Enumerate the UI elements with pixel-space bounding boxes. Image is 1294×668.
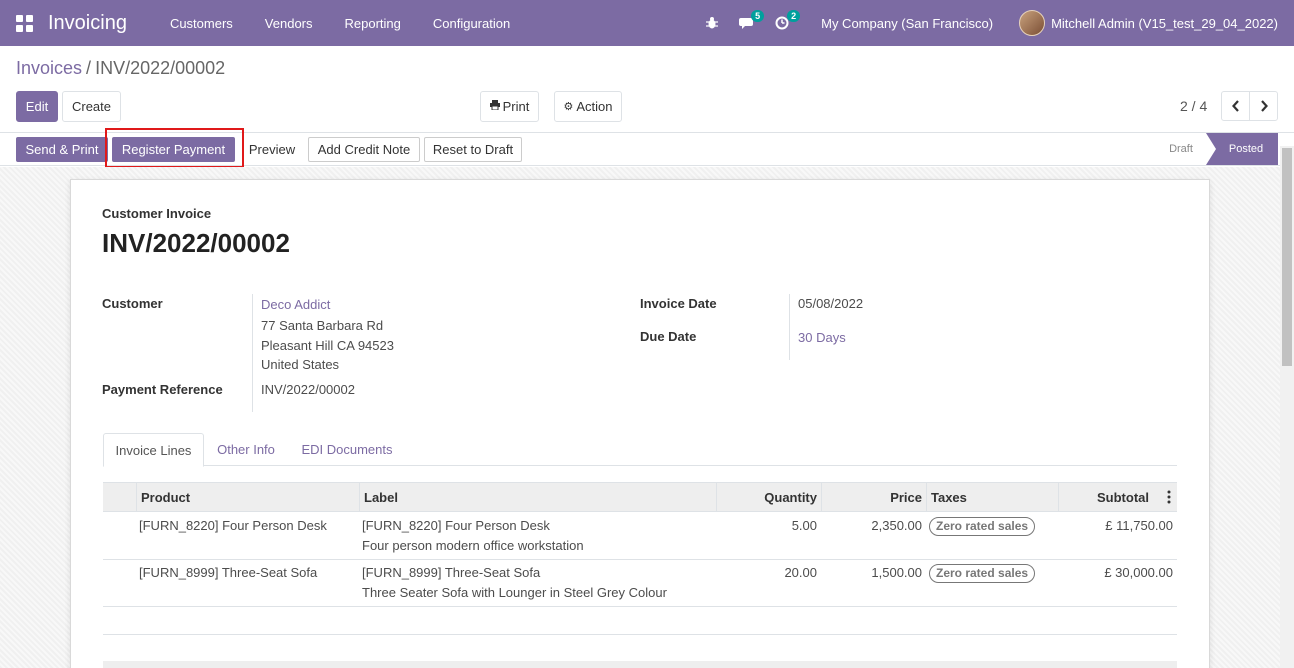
table-header: Product Label Quantity Price Taxes Subto… [103,482,1177,512]
document-type: Customer Invoice [102,206,212,221]
breadcrumb-separator: / [86,58,92,78]
row-product: [FURN_8220] Four Person Desk [139,518,327,533]
top-navbar: Invoicing Customers Vendors Reporting Co… [0,0,1294,46]
column-quantity[interactable]: Quantity [716,483,821,512]
field-divider [252,294,253,412]
empty-table-row [103,607,1177,635]
stage-posted: Posted [1206,133,1278,165]
row-description: Three Seater Sofa with Lounger in Steel … [362,585,667,600]
edit-button[interactable]: Edit [16,91,58,122]
column-label[interactable]: Label [359,483,716,512]
user-avatar[interactable] [1019,10,1046,36]
row-label: [FURN_8999] Three-Seat Sofa [362,565,541,580]
payment-reference-label: Payment Reference [102,382,223,397]
address-line-3: United States [261,357,340,372]
notebook-tabs: Invoice Lines Other Info EDI Documents [103,433,1177,467]
company-switcher[interactable]: My Company (San Francisco) [799,16,1019,31]
row-price: 1,500.00 [871,565,922,580]
print-button[interactable]: Print [480,91,539,122]
pager-previous-button[interactable] [1221,91,1250,121]
field-divider [789,294,790,360]
optional-columns-icon[interactable] [1167,490,1171,507]
customer-label: Customer [102,296,163,311]
bug-icon[interactable] [695,0,729,46]
row-product: [FURN_8999] Three-Seat Sofa [139,565,318,580]
action-button[interactable]: ⚙ Action [554,91,622,122]
pager-value[interactable]: 2 / 4 [1180,98,1207,114]
row-subtotal: £ 11,750.00 [1105,518,1173,533]
column-product[interactable]: Product [136,483,359,512]
reset-to-draft-button[interactable]: Reset to Draft [424,137,522,162]
preview-button[interactable]: Preview [241,137,303,162]
apps-menu-icon[interactable] [0,0,48,46]
user-menu[interactable]: Mitchell Admin (V15_test_29_04_2022) [1051,16,1294,31]
add-credit-note-button[interactable]: Add Credit Note [308,137,420,162]
due-date-label: Due Date [640,329,697,344]
send-print-button[interactable]: Send & Print [16,137,108,162]
pager-next-button[interactable] [1249,91,1278,121]
column-taxes[interactable]: Taxes [926,483,1058,512]
table-footer [103,661,1177,668]
app-brand[interactable]: Invoicing [48,12,127,35]
menu-configuration[interactable]: Configuration [417,0,526,46]
invoice-date-value: 05/08/2022 [798,296,864,311]
row-quantity: 20.00 [784,565,817,580]
menu-reporting[interactable]: Reporting [329,0,417,46]
tab-other-info[interactable]: Other Info [206,433,286,466]
chat-icon[interactable]: 5 [729,0,765,46]
tab-invoice-lines[interactable]: Invoice Lines [103,433,204,467]
menu-vendors[interactable]: Vendors [249,0,329,46]
invoice-date-label: Invoice Date [640,296,717,311]
gear-icon: ⚙ [563,101,574,113]
print-icon [489,100,500,113]
chevron-right-icon [1260,100,1268,112]
breadcrumb-invoices-link[interactable]: Invoices [16,58,82,79]
tax-badge: Zero rated sales [929,517,1036,536]
table-row[interactable]: [FURN_8999] Three-Seat Sofa [FURN_8999] … [103,560,1177,607]
row-quantity: 5.00 [791,518,817,533]
create-button[interactable]: Create [62,91,121,122]
due-date-value: 30 Days [798,330,846,345]
tab-edi-documents[interactable]: EDI Documents [291,433,403,466]
table-row[interactable]: [FURN_8220] Four Person Desk [FURN_8220]… [103,513,1177,560]
document-title: INV/2022/00002 [102,228,290,258]
row-label: [FURN_8220] Four Person Desk [362,518,550,533]
chat-badge: 5 [751,10,765,22]
breadcrumb-current: INV/2022/00002 [95,58,226,78]
payment-reference-value: INV/2022/00002 [261,382,355,397]
stage-draft[interactable]: Draft [1156,133,1206,165]
column-subtotal[interactable]: Subtotal [1058,483,1177,512]
tax-badge: Zero rated sales [929,564,1036,583]
column-price[interactable]: Price [821,483,926,512]
activity-badge: 2 [787,10,801,22]
vertical-scrollbar[interactable] [1280,146,1294,668]
address-line-1: 77 Santa Barbara Rd [261,318,384,333]
action-label: Action [576,99,613,114]
menu-customers[interactable]: Customers [154,0,249,46]
activity-clock-icon[interactable]: 2 [765,0,801,46]
print-label: Print [502,99,530,114]
address-line-2: Pleasant Hill CA 94523 [261,338,394,353]
register-payment-highlight [105,128,244,168]
row-subtotal: £ 30,000.00 [1104,565,1173,580]
customer-link[interactable]: Deco Addict [261,297,330,312]
row-price: 2,350.00 [871,518,922,533]
chevron-left-icon [1231,100,1239,112]
row-description: Four person modern office workstation [362,538,584,553]
breadcrumb: Invoices / INV/2022/00002 [16,58,225,79]
scrollbar-thumb[interactable] [1282,148,1292,366]
